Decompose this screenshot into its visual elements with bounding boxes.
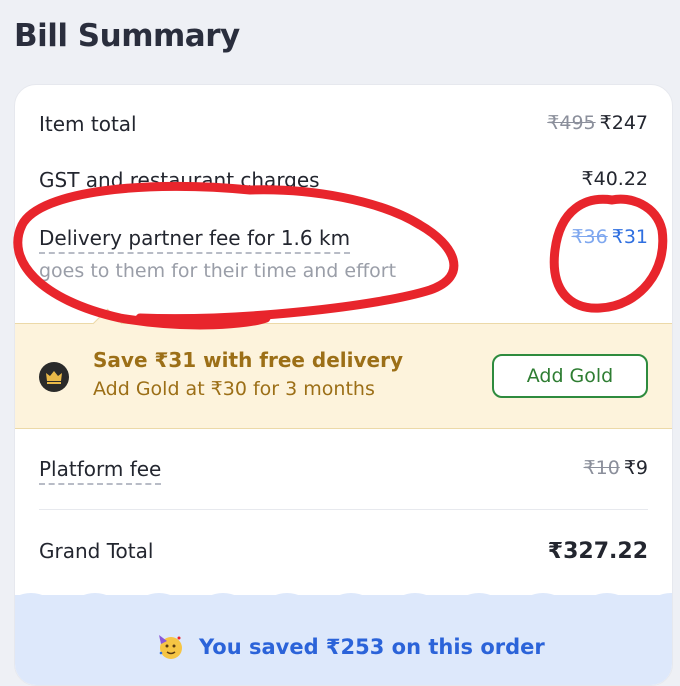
page-title: Bill Summary [14, 18, 240, 54]
delivery-label[interactable]: Delivery partner fee for 1.6 km [39, 226, 351, 254]
gst-label: GST and restaurant charges [39, 168, 320, 192]
delivery-original: ₹36 [571, 226, 608, 248]
add-gold-button[interactable]: Add Gold [492, 354, 648, 398]
divider [39, 509, 648, 510]
delivery-price: ₹31 [611, 226, 648, 248]
gst-value: ₹40.22 [581, 168, 648, 190]
delivery-value: ₹36 ₹31 [571, 226, 648, 248]
delivery-sub: goes to them for their time and effort [39, 260, 397, 282]
gold-offer-banner: Save ₹31 with free delivery Add Gold at … [15, 308, 672, 429]
gold-title: Save ₹31 with free delivery [93, 348, 404, 372]
wave-divider [15, 593, 672, 603]
savings-text: You saved ₹253 on this order [199, 635, 545, 659]
item-total-price: ₹247 [599, 112, 648, 134]
item-total-value: ₹495 ₹247 [547, 112, 648, 134]
bill-summary-card: Item total ₹495 ₹247 GST and restaurant c… [14, 84, 673, 686]
grand-total-value: ₹327.22 [547, 539, 648, 564]
banner-notch [92, 308, 123, 339]
item-total-label: Item total [39, 112, 137, 136]
gold-subtitle: Add Gold at ₹30 for 3 months [93, 378, 375, 400]
party-face-icon [155, 631, 185, 661]
item-total-original: ₹495 [547, 112, 596, 134]
platform-fee-label[interactable]: Platform fee [39, 457, 162, 485]
platform-fee-original: ₹10 [583, 457, 620, 479]
crown-icon [39, 362, 69, 392]
platform-fee-price: ₹9 [623, 457, 648, 479]
grand-total-label: Grand Total [39, 539, 154, 563]
savings-banner: You saved ₹253 on this order [15, 593, 672, 685]
platform-fee-value: ₹10 ₹9 [584, 457, 648, 479]
